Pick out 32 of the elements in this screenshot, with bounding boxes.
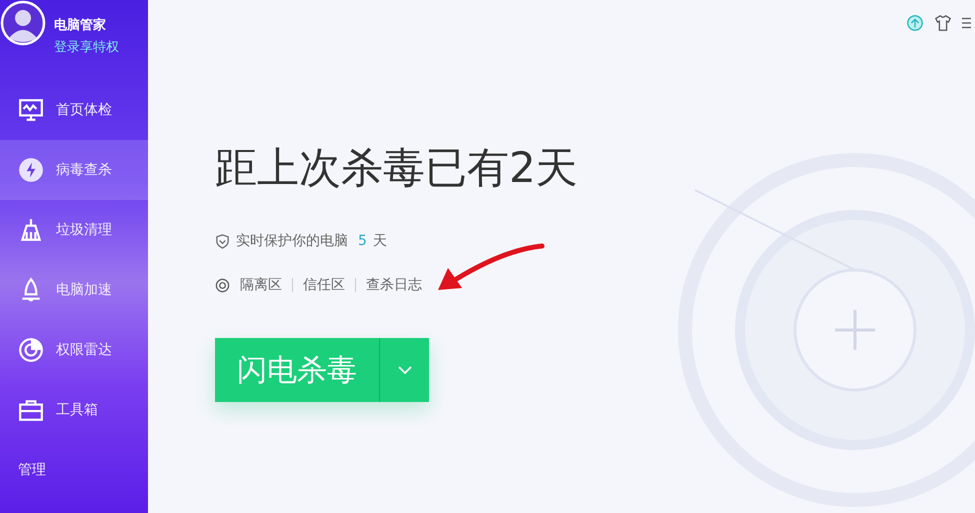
sidebar-label: 电脑加速 bbox=[56, 281, 112, 299]
chevron-icon bbox=[396, 365, 412, 375]
broom-icon bbox=[18, 217, 44, 243]
target-icon bbox=[215, 278, 230, 292]
protection-text: 实时保护你的电脑 bbox=[236, 232, 348, 250]
sidebar-label: 首页体检 bbox=[56, 101, 112, 119]
avatar-icon[interactable] bbox=[0, 0, 46, 46]
days-unit: 天 bbox=[372, 232, 387, 250]
sidebar-item[interactable]: 电脑加速 bbox=[0, 260, 148, 320]
sidebar-label: 垃圾清理 bbox=[56, 221, 112, 239]
sidebar-item[interactable]: 工具箱 bbox=[0, 380, 148, 440]
quick-link[interactable]: 信任区 bbox=[303, 276, 345, 294]
app-name: 电脑管家 bbox=[54, 16, 107, 34]
login-link[interactable]: 登录享特权 bbox=[54, 38, 119, 56]
sidebar-item[interactable]: 首页体检 bbox=[0, 80, 148, 140]
quick-link[interactable]: 查杀日志 bbox=[366, 276, 422, 294]
sidebar-label: 工具箱 bbox=[56, 401, 98, 419]
sidebar-label: 病毒查杀 bbox=[56, 161, 112, 179]
quick-link[interactable]: 隔离区 bbox=[240, 276, 282, 294]
shirt-icon[interactable] bbox=[934, 14, 952, 32]
radar-icon bbox=[18, 337, 44, 363]
monitor-icon bbox=[18, 97, 44, 123]
shield-icon bbox=[215, 234, 230, 248]
protection-days: 5 bbox=[358, 233, 367, 249]
sidebar-item[interactable]: 病毒查杀 bbox=[0, 140, 148, 200]
lightning-icon bbox=[18, 157, 44, 183]
scan-status-title: 距上次杀毒已有2天 bbox=[215, 142, 579, 194]
sidebar-item[interactable]: 管理 bbox=[0, 440, 148, 500]
sidebar-label: 管理 bbox=[18, 461, 46, 479]
sidebar-item[interactable]: 垃圾清理 bbox=[0, 200, 148, 260]
sidebar-item[interactable]: 权限雷达 bbox=[0, 320, 148, 380]
sidebar-label: 权限雷达 bbox=[56, 341, 112, 359]
